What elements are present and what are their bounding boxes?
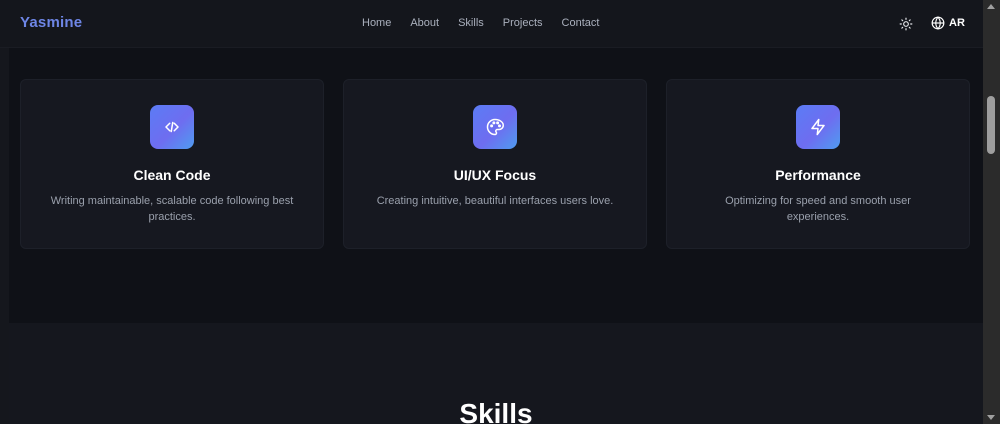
scrollbar-thumb[interactable]	[987, 96, 995, 154]
skills-heading: Skills	[459, 398, 533, 424]
skills-section: Skills	[9, 323, 983, 424]
language-switch-button[interactable]: AR	[931, 16, 965, 30]
feature-title: UI/UX Focus	[453, 167, 537, 183]
vertical-scrollbar[interactable]	[983, 0, 1000, 424]
site-logo[interactable]: Yasmine	[20, 14, 82, 31]
main-nav: Home About Skills Projects Contact	[362, 17, 599, 29]
globe-icon	[931, 16, 945, 30]
feature-description: Writing maintainable, scalable code foll…	[50, 195, 294, 223]
nav-link-about[interactable]: About	[410, 17, 439, 29]
code-icon	[165, 121, 179, 133]
nav-link-home[interactable]: Home	[362, 17, 391, 29]
language-label: AR	[949, 17, 965, 29]
feature-icon-box	[473, 105, 517, 149]
palette-icon	[486, 118, 504, 136]
feature-icon-box	[796, 105, 840, 149]
page: Yasmine Home About Skills Projects Conta…	[0, 0, 1000, 424]
nav-link-contact[interactable]: Contact	[562, 17, 600, 29]
feature-card-clean-code: Clean Code Writing maintainable, scalabl…	[20, 79, 324, 249]
site-header: Yasmine Home About Skills Projects Conta…	[0, 0, 983, 48]
feature-description: Optimizing for speed and smooth user exp…	[725, 195, 911, 223]
theme-toggle-button[interactable]	[897, 15, 915, 33]
scroll-up-arrow-icon[interactable]	[987, 4, 995, 9]
scroll-down-arrow-icon[interactable]	[987, 415, 995, 420]
nav-link-skills[interactable]: Skills	[458, 17, 484, 29]
lightning-icon	[811, 118, 825, 136]
sun-icon	[899, 17, 913, 31]
feature-description: Creating intuitive, beautiful interfaces…	[376, 195, 614, 207]
feature-card-ui-ux: UI/UX Focus Creating intuitive, beautifu…	[343, 79, 647, 249]
feature-card-performance: Performance Optimizing for speed and smo…	[666, 79, 970, 249]
window-edge	[0, 0, 9, 424]
nav-link-projects[interactable]: Projects	[503, 17, 543, 29]
feature-icon-box	[150, 105, 194, 149]
feature-title: Performance	[775, 167, 861, 183]
feature-title: Clean Code	[133, 167, 211, 183]
